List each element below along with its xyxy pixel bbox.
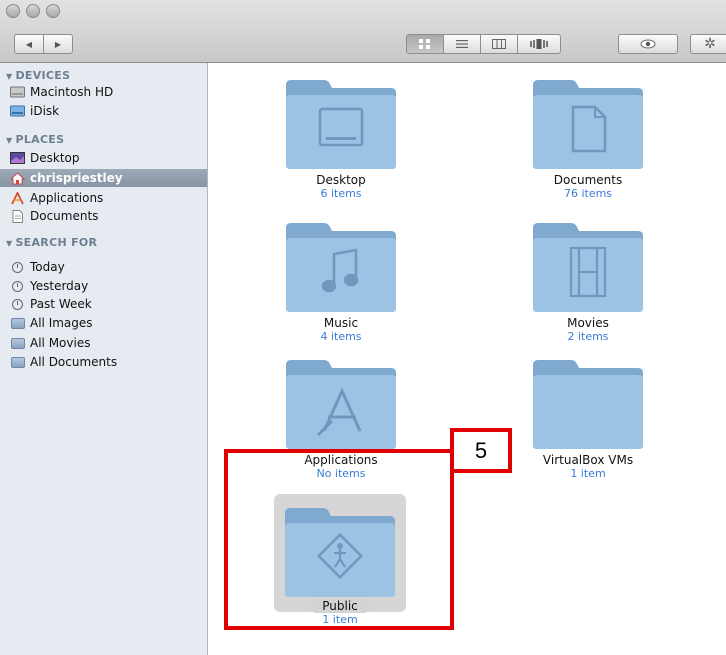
item-count: 6 items [320,187,362,200]
minimize-window-button[interactable] [26,4,40,18]
sidebar-item-macintosh-hd[interactable]: Macintosh HD [10,83,113,101]
folder-item-movies[interactable]: Movies 2 items [513,218,663,343]
sidebar-item-documents[interactable]: Documents [10,207,98,225]
documents-icon [10,209,25,223]
home-icon [10,171,25,185]
folder-icon [529,355,647,451]
smart-folder-icon [10,337,25,349]
hard-drive-icon [10,86,25,99]
coverflow-view-icon [530,39,548,49]
sidebar-item-desktop[interactable]: Desktop [10,149,80,167]
sidebar-item-label: All Movies [30,336,91,350]
search-for-section-header[interactable]: ▼ SEARCH FOR [6,236,97,249]
sidebar-item-yesterday[interactable]: Yesterday [10,277,88,295]
item-count: 2 items [567,330,609,343]
sidebar-item-label: Applications [30,191,104,205]
disclosure-triangle-icon: ▼ [6,239,13,248]
back-arrow-icon: ◀ [25,39,33,49]
column-view-icon [492,39,506,49]
column-view-button[interactable] [480,34,518,54]
sidebar: ▼ DEVICES Macintosh HD iDisk ▼ PLACES Desk… [0,63,208,655]
folder-item-documents[interactable]: Documents 76 items [513,75,663,200]
clock-icon [12,280,23,292]
sidebar-item-idisk[interactable]: iDisk [10,102,59,120]
item-name: Movies [567,316,609,330]
item-count: 1 item [570,467,606,480]
icon-view-button[interactable] [406,34,444,54]
disclosure-triangle-icon: ▼ [6,72,13,81]
sidebar-item-label: All Documents [30,355,118,369]
folder-item-virtualbox-vms[interactable]: VirtualBox VMs 1 item [513,355,663,480]
sidebar-item-chrispriestley[interactable]: chrispriestley [0,169,207,187]
item-count: 4 items [320,330,362,343]
applications-icon [10,191,25,205]
disclosure-triangle-icon: ▼ [6,136,13,145]
window-toolbar: ◀ ▶ ✲ [0,0,726,63]
folder-icon [282,75,400,171]
forward-button[interactable]: ▶ [43,34,73,54]
forward-arrow-icon: ▶ [54,39,62,49]
sidebar-item-all-images[interactable]: All Images [10,314,93,332]
sidebar-item-all-movies[interactable]: All Movies [10,334,90,352]
close-window-button[interactable] [6,4,20,18]
folder-item-music[interactable]: Music 4 items [266,218,416,343]
action-button[interactable]: ✲ [690,34,726,54]
idisk-icon [10,105,25,118]
sidebar-item-label: iDisk [30,104,60,118]
item-name: Desktop [316,173,366,187]
devices-section-header[interactable]: ▼ DEVICES [6,69,70,82]
annotation-step-badge: 5 [450,428,512,473]
desktop-icon [10,152,25,165]
folder-icon [282,218,400,314]
file-browser-content: Desktop 6 items Documents 76 items Music… [208,63,726,655]
item-count: 76 items [563,187,613,200]
sidebar-item-today[interactable]: Today [10,258,65,276]
clock-icon [12,298,23,310]
clock-icon [12,261,23,273]
sidebar-item-label: Desktop [30,151,80,165]
item-name: Documents [553,173,623,187]
sidebar-item-label: Yesterday [30,279,89,293]
zoom-window-button[interactable] [46,4,60,18]
folder-icon [529,75,647,171]
list-view-button[interactable] [443,34,481,54]
sidebar-item-label: Documents [30,209,99,223]
sidebar-item-label: Past Week [30,297,92,311]
coverflow-view-button[interactable] [517,34,561,54]
item-name: Music [323,316,359,330]
list-view-icon [456,40,468,48]
icon-view-icon [419,39,430,49]
smart-folder-icon [10,317,25,329]
eye-icon [640,39,656,49]
sidebar-item-label: Today [30,260,65,274]
sidebar-item-label: chrispriestley [30,171,123,185]
quick-look-button[interactable] [618,34,678,54]
folder-item-desktop[interactable]: Desktop 6 items [266,75,416,200]
item-name: VirtualBox VMs [542,453,634,467]
smart-folder-icon [10,356,25,368]
annotation-highlight-box [224,449,454,630]
sidebar-item-label: All Images [30,316,93,330]
folder-icon [282,355,400,451]
sidebar-item-applications[interactable]: Applications [10,189,103,207]
gear-icon: ✲ [704,36,716,52]
back-button[interactable]: ◀ [14,34,44,54]
folder-icon [529,218,647,314]
sidebar-item-label: Macintosh HD [30,85,114,99]
sidebar-item-past-week[interactable]: Past Week [10,295,92,313]
places-section-header[interactable]: ▼ PLACES [6,133,64,146]
annotation-step-number: 5 [474,437,488,463]
sidebar-item-all-documents[interactable]: All Documents [10,353,117,371]
